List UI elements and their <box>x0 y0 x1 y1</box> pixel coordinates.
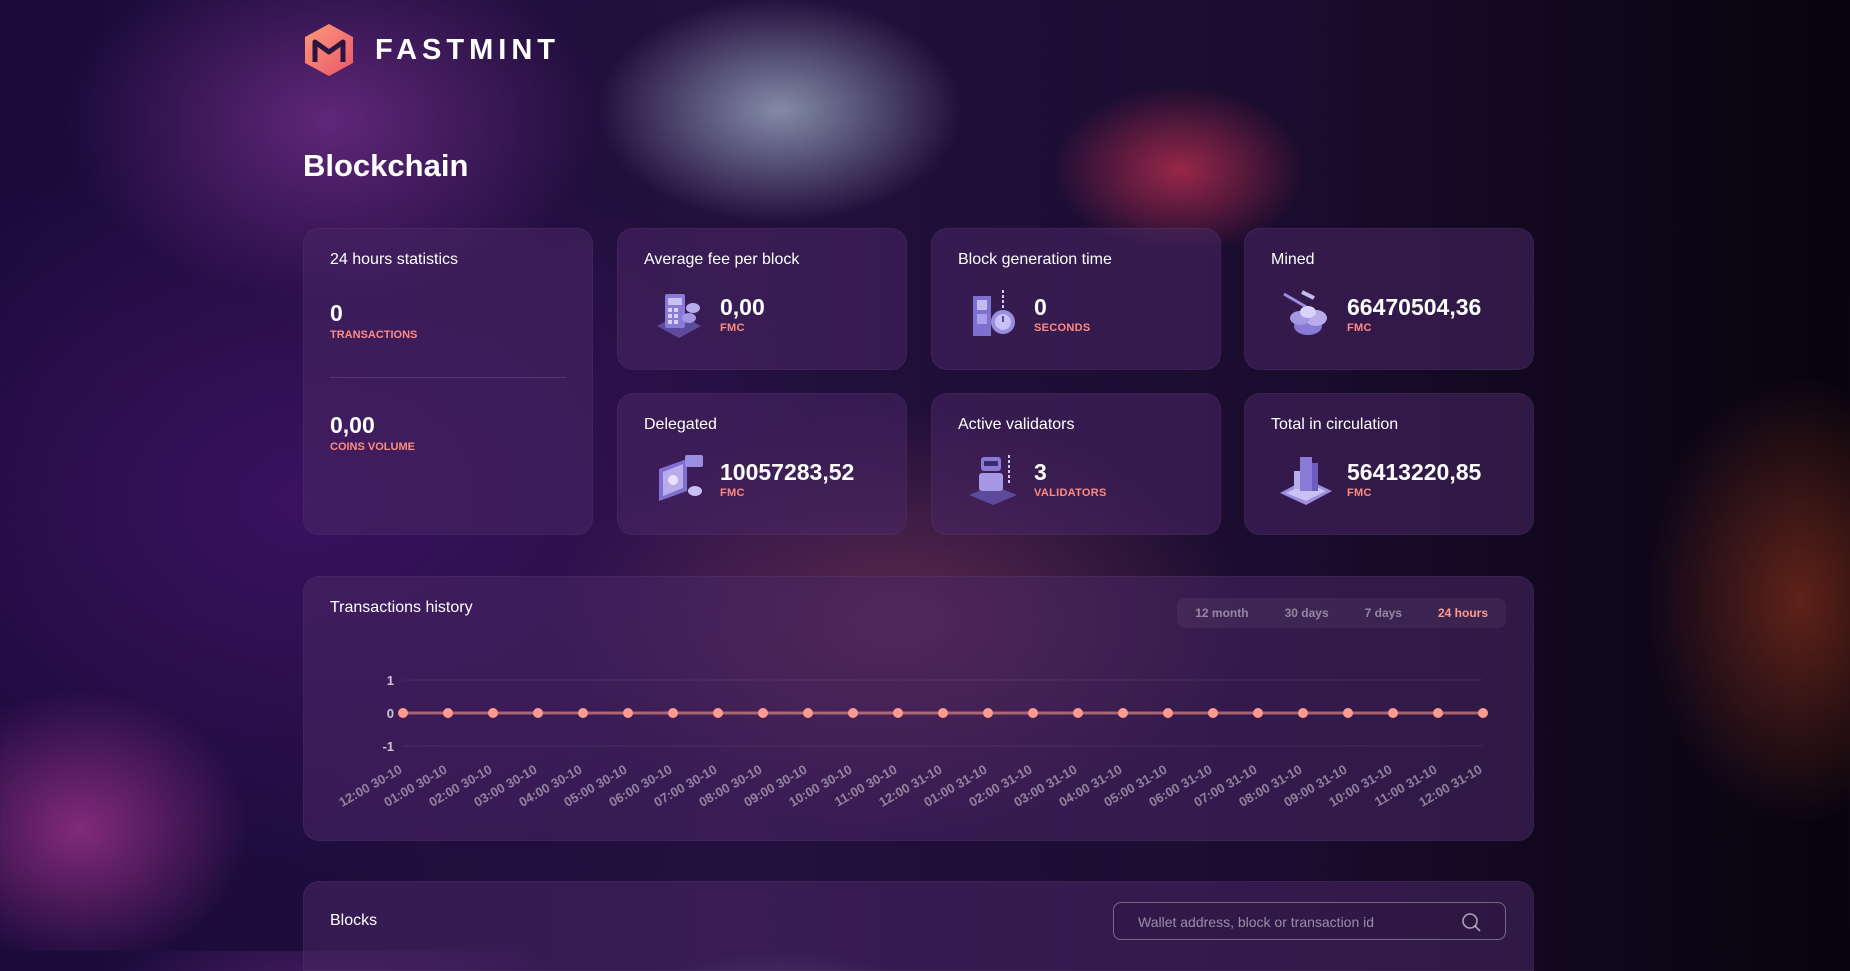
search-icon[interactable] <box>1461 912 1481 932</box>
stats-24h-title: 24 hours statistics <box>330 251 459 268</box>
data-point <box>938 708 948 718</box>
validators-unit: VALIDATORS <box>1034 487 1107 499</box>
calculator-coins-icon <box>657 294 701 338</box>
transactions-count: 0 <box>330 300 343 326</box>
coins-volume-value: 0,00 <box>330 412 375 438</box>
data-point <box>443 708 453 718</box>
data-point <box>1433 708 1443 718</box>
avg-fee-card: Average fee per block 0,00 FMC <box>617 228 907 370</box>
blocks-search-input[interactable] <box>1136 903 1460 941</box>
data-point <box>713 708 723 718</box>
delegated-unit: FMC <box>720 487 745 499</box>
data-point <box>1298 708 1308 718</box>
data-point <box>1208 708 1218 718</box>
delegated-card: Delegated 10057283,52 FMC <box>617 393 907 535</box>
mined-unit: FMC <box>1347 322 1372 334</box>
transactions-history-chart: 10-112:00 30-1001:00 30-1002:00 30-1003:… <box>336 673 1488 810</box>
pickaxe-coins-icon <box>1283 290 1327 335</box>
avg-fee-unit: FMC <box>720 322 745 334</box>
data-point <box>1028 708 1038 718</box>
transactions-history-card: Transactions history 12 month 30 days 7 … <box>303 576 1534 841</box>
coins-volume-label: COINS VOLUME <box>330 441 415 453</box>
data-point <box>578 708 588 718</box>
data-point <box>668 708 678 718</box>
data-point <box>1388 708 1398 718</box>
y-tick-label: -1 <box>382 739 394 754</box>
data-point <box>1163 708 1173 718</box>
data-point <box>848 708 858 718</box>
circulation-title: Total in circulation <box>1271 416 1399 433</box>
mined-title: Mined <box>1271 251 1315 268</box>
data-point <box>623 708 633 718</box>
data-point <box>893 708 903 718</box>
blocks-card: Blocks <box>303 881 1534 971</box>
y-tick-label: 1 <box>387 673 394 688</box>
brand-logo[interactable]: FASTMINT <box>303 22 560 78</box>
validators-title: Active validators <box>958 416 1075 433</box>
block-time-card: Block generation time 0 SECONDS <box>931 228 1221 370</box>
delegated-value: 10057283,52 <box>720 459 855 485</box>
delegation-screen-icon <box>659 455 703 501</box>
data-point <box>488 708 498 718</box>
data-point <box>1343 708 1353 718</box>
validators-card: Active validators 3 VALIDATORS <box>931 393 1221 535</box>
data-point <box>1253 708 1263 718</box>
mined-value: 66470504,36 <box>1347 294 1482 320</box>
data-point <box>1118 708 1128 718</box>
circulation-card: Total in circulation 56413220,85 FMC <box>1244 393 1534 535</box>
blocks-title: Blocks <box>330 912 378 929</box>
y-tick-label: 0 <box>387 706 394 721</box>
page-title: Blockchain <box>303 148 469 183</box>
tower-tablet-icon <box>1280 457 1332 505</box>
blocks-search-box <box>1113 902 1506 941</box>
block-time-unit: SECONDS <box>1034 322 1091 334</box>
avg-fee-value: 0,00 <box>720 294 765 320</box>
fastmint-logo-icon <box>305 24 353 76</box>
circulation-unit: FMC <box>1347 487 1372 499</box>
validator-robot-icon <box>969 455 1017 505</box>
block-time-title: Block generation time <box>958 251 1112 268</box>
avg-fee-title: Average fee per block <box>644 251 800 268</box>
stats-divider <box>330 377 566 378</box>
brand-name: FASTMINT <box>375 33 560 66</box>
validators-value: 3 <box>1034 459 1047 485</box>
circulation-value: 56413220,85 <box>1347 459 1482 485</box>
mined-card: Mined 66470504,36 FMC <box>1244 228 1534 370</box>
delegated-title: Delegated <box>644 416 717 433</box>
data-point <box>1073 708 1083 718</box>
block-clock-icon <box>973 290 1015 336</box>
data-point <box>398 708 408 718</box>
data-point <box>1478 708 1488 718</box>
stats-24h-card: 24 hours statistics 0 TRANSACTIONS 0,00 … <box>303 228 593 535</box>
data-point <box>983 708 993 718</box>
data-point <box>533 708 543 718</box>
transactions-label: TRANSACTIONS <box>330 329 418 341</box>
data-point <box>803 708 813 718</box>
block-time-value: 0 <box>1034 294 1047 320</box>
data-point <box>758 708 768 718</box>
